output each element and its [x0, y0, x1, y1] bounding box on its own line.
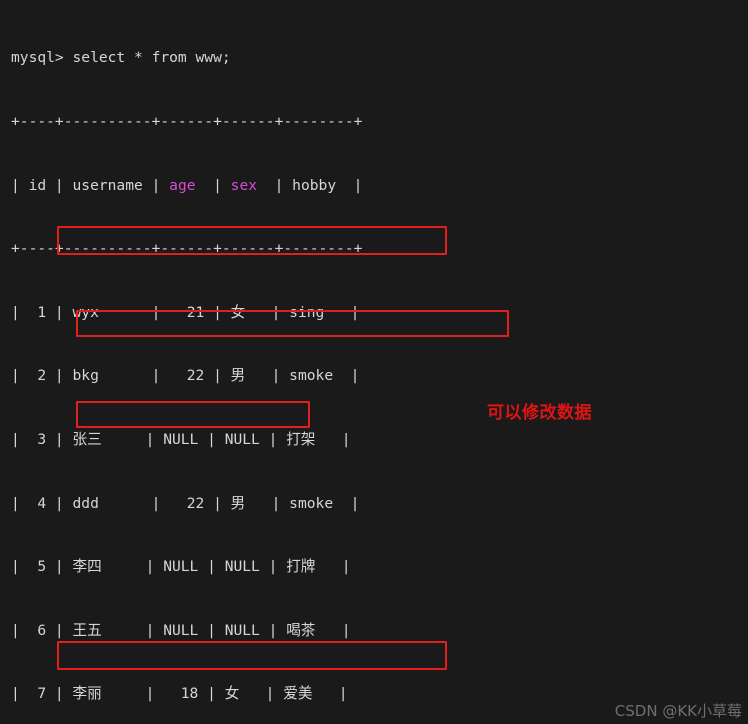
- table-header-row-1: | id | username | age | sex | hobby |: [11, 175, 436, 196]
- table-row: | 2 | bkg | 22 | 男 | smoke |: [11, 367, 360, 385]
- table-row: | 3 | 张三 | NULL | NULL | 打架 |: [11, 430, 351, 448]
- annotation-text: 可以修改数据: [487, 403, 592, 423]
- table-row: | 1 | wyx | 21 | 女 | sing |: [11, 303, 360, 321]
- table-row: | 4 | ddd | 22 | 男 | smoke |: [11, 494, 360, 512]
- table-row-highlighted-before: | 7 | 李丽 | 18 | 女 | 爱美 |: [11, 685, 348, 703]
- command-line-select-1: mysql> select * from www;: [11, 49, 231, 67]
- watermark: CSDN @KK小草莓: [614, 701, 742, 720]
- header-gap-1: |: [195, 176, 231, 194]
- table-separator: +----+----------+------+------+--------+: [11, 113, 363, 130]
- table-separator: +----+----------+------+------+--------+: [11, 240, 363, 258]
- header-segment-id-username: | id | username |: [11, 176, 170, 194]
- header-cell-age: age: [169, 176, 196, 194]
- table-row: | 6 | 王五 | NULL | NULL | 喝茶 |: [11, 621, 351, 639]
- table-row: | 5 | 李四 | NULL | NULL | 打牌 |: [11, 558, 351, 576]
- header-segment-hobby: | hobby |: [257, 176, 363, 194]
- terminal-window: mysql> select * from www; +----+--------…: [0, 0, 748, 724]
- terminal-output: mysql> select * from www; +----+--------…: [11, 5, 436, 724]
- header-cell-sex: sex: [230, 176, 258, 194]
